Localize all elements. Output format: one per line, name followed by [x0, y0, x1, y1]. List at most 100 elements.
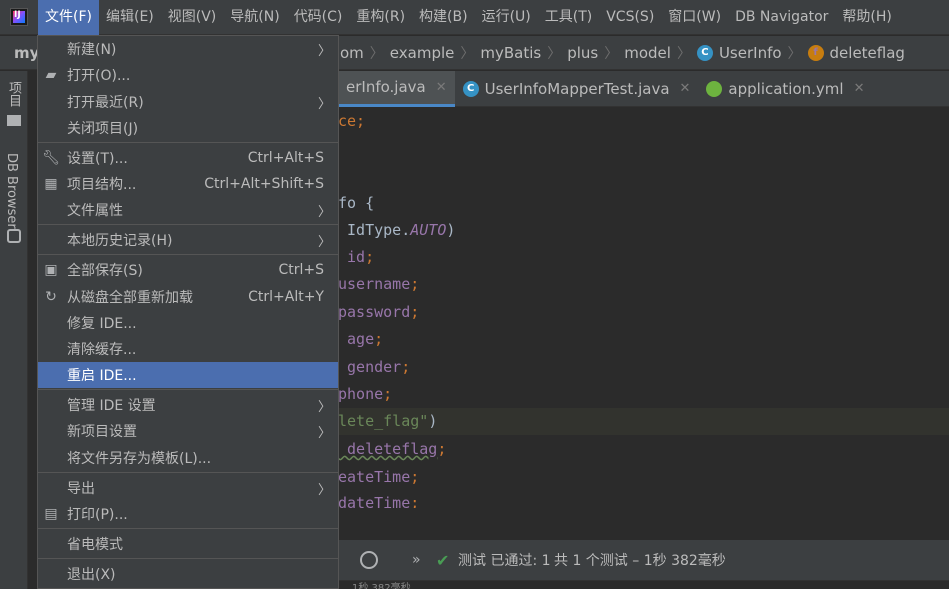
menu-item-settings[interactable]: 🔧︎ 设置(T)... Ctrl+Alt+S [38, 145, 338, 171]
breadcrumb-item[interactable]: om [340, 44, 364, 62]
reload-icon: ↻ [45, 289, 57, 305]
menu-item-project-structure[interactable]: ▦ 项目结构... Ctrl+Alt+Shift+S [38, 171, 338, 197]
menu-item-manage-ide-settings[interactable]: 管理 IDE 设置 〉 [38, 392, 338, 418]
menu-vcs[interactable]: VCS(S) [599, 0, 661, 35]
menu-item-open-recent[interactable]: 打开最近(R) 〉 [38, 89, 338, 115]
code-editor[interactable]: ce; fo { IdType.AUTO) id; username; pass… [338, 108, 949, 508]
history-clock-icon[interactable] [360, 551, 378, 569]
menu-item-new[interactable]: 新建(N) 〉 [38, 36, 338, 62]
menu-item-restart-ide[interactable]: 重启 IDE... [38, 362, 338, 388]
code-token: ) [446, 221, 456, 239]
menu-run[interactable]: 运行(U) [475, 0, 538, 35]
menu-item-reload-from-disk[interactable]: ↻ 从磁盘全部重新加载 Ctrl+Alt+Y [38, 284, 338, 310]
code-token: phone [338, 385, 384, 403]
menu-item-label: 文件属性 [67, 203, 123, 219]
menu-item-label: 新建(N) [67, 42, 117, 58]
folder-icon [7, 115, 21, 126]
menu-edit[interactable]: 编辑(E) [99, 0, 161, 35]
more-icon[interactable]: » [412, 552, 421, 568]
breadcrumb: om 〉 example 〉 myBatis 〉 plus 〉 model 〉 … [340, 43, 905, 63]
close-icon[interactable]: ✕ [436, 80, 447, 95]
breadcrumb-item[interactable]: deleteflag [830, 44, 905, 62]
file-menu-dropdown: 新建(N) 〉 ▰ 打开(O)... 打开最近(R) 〉 关闭项目(J) 🔧︎ 设置(T… [37, 35, 339, 589]
code-token: ; [437, 440, 447, 458]
breadcrumb-item[interactable]: UserInfo [719, 44, 782, 62]
menu-item-shortcut: Ctrl+S [278, 262, 324, 278]
menu-item-close-project[interactable]: 关闭项目(J) [38, 115, 338, 141]
code-token: gender [338, 358, 402, 376]
menu-item-label: 退出(X) [67, 567, 116, 583]
tab-application-yml[interactable]: application.yml ✕ [698, 71, 872, 107]
project-tool-tab[interactable]: 项目 [4, 81, 23, 107]
menu-item-label: 新项目设置 [67, 424, 137, 440]
menu-help[interactable]: 帮助(H) [835, 0, 898, 35]
menu-build[interactable]: 构建(B) [412, 0, 475, 35]
code-line: deleteflag; [338, 436, 446, 463]
menu-item-exit[interactable]: 退出(X) [38, 561, 338, 587]
menu-db-navigator[interactable]: DB Navigator [728, 0, 835, 35]
chevron-right-icon: 〉 [317, 399, 331, 415]
menu-item-power-save-mode[interactable]: 省电模式 [38, 531, 338, 557]
db-browser-tool-tab[interactable]: DB Browser [4, 153, 19, 229]
close-icon[interactable]: ✕ [680, 81, 691, 96]
breadcrumb-item[interactable]: plus [567, 44, 598, 62]
chevron-right-icon: 〉 [317, 425, 331, 441]
code-token: age [338, 330, 375, 348]
menu-separator [38, 389, 338, 390]
code-line: ce; [338, 108, 365, 135]
test-status-label: 测试 已通过: 1 [458, 553, 551, 569]
tab-userinfomappertest-java[interactable]: C UserInfoMapperTest.java ✕ [455, 71, 699, 107]
db-browser-tab-label: DB Browser [4, 153, 19, 229]
field-icon: f [807, 44, 824, 61]
menu-item-file-properties[interactable]: 文件属性 〉 [38, 197, 338, 223]
menu-item-label: 导出 [67, 481, 95, 497]
run-panel-toolbar: » ✔ 测试 已通过: 1 共 1 个测试 – 1秒 382毫秒 [338, 540, 949, 580]
menu-view[interactable]: 视图(V) [161, 0, 224, 35]
menu-navigate[interactable]: 导航(N) [223, 0, 286, 35]
code-token: ; [365, 248, 375, 266]
intellij-logo-icon [10, 8, 28, 26]
folder-open-icon: ▰ [45, 67, 57, 83]
menu-refactor[interactable]: 重构(R) [349, 0, 412, 35]
check-icon: ✔ [436, 550, 450, 570]
run-output-strip: 1秒 382毫秒 [338, 580, 949, 589]
menu-item-local-history[interactable]: 本地历史记录(H) 〉 [38, 227, 338, 253]
code-token: id [338, 248, 366, 266]
menu-bar: 文件(F) 编辑(E) 视图(V) 导航(N) 代码(C) 重构(R) 构建(B… [0, 0, 949, 35]
chevron-right-icon: 〉 [317, 234, 331, 250]
code-line: IdType.AUTO) [338, 217, 455, 244]
code-token: username [338, 275, 411, 293]
close-icon[interactable]: ✕ [854, 81, 865, 96]
menu-item-repair-ide[interactable]: 修复 IDE... [38, 310, 338, 336]
menu-item-shortcut: Ctrl+Alt+Shift+S [204, 176, 324, 192]
code-line: gender; [338, 354, 410, 381]
code-token: ) [428, 412, 438, 430]
breadcrumb-item[interactable]: myBatis [480, 44, 541, 62]
menu-tools[interactable]: 工具(T) [538, 0, 599, 35]
menu-item-save-all[interactable]: ▣ 全部保存(S) Ctrl+S [38, 257, 338, 283]
menu-item-print[interactable]: ▤ 打印(P)... [38, 501, 338, 527]
menu-item-label: 设置(T)... [67, 151, 128, 167]
code-token: eateTime [338, 468, 411, 486]
menu-item-open[interactable]: ▰ 打开(O)... [38, 62, 338, 88]
menu-item-export[interactable]: 导出 〉 [38, 475, 338, 501]
code-token: password [338, 303, 411, 321]
menu-item-save-as-template[interactable]: 将文件另存为模板(L)... [38, 445, 338, 471]
menu-item-label: 修复 IDE... [67, 316, 137, 332]
chevron-right-icon: 〉 [317, 204, 331, 220]
menu-file[interactable]: 文件(F) [38, 0, 99, 35]
menu-item-invalidate-caches[interactable]: 清除缓存... [38, 336, 338, 362]
wrench-icon: 🔧︎ [42, 150, 60, 166]
breadcrumb-item[interactable]: example [390, 44, 455, 62]
menu-window[interactable]: 窗口(W) [661, 0, 728, 35]
menu-item-new-project-settings[interactable]: 新项目设置 〉 [38, 418, 338, 444]
code-line: age; [338, 326, 383, 353]
tab-label: erInfo.java [346, 78, 426, 96]
menu-item-shortcut: Ctrl+Alt+Y [248, 289, 324, 305]
tab-userinfo-java[interactable]: erInfo.java ✕ [338, 70, 455, 107]
menu-item-label: 项目结构... [67, 177, 137, 193]
code-token: deleteflag [338, 440, 438, 458]
menu-code[interactable]: 代码(C) [287, 0, 350, 35]
project-name[interactable]: my [14, 44, 39, 62]
breadcrumb-item[interactable]: model [624, 44, 671, 62]
